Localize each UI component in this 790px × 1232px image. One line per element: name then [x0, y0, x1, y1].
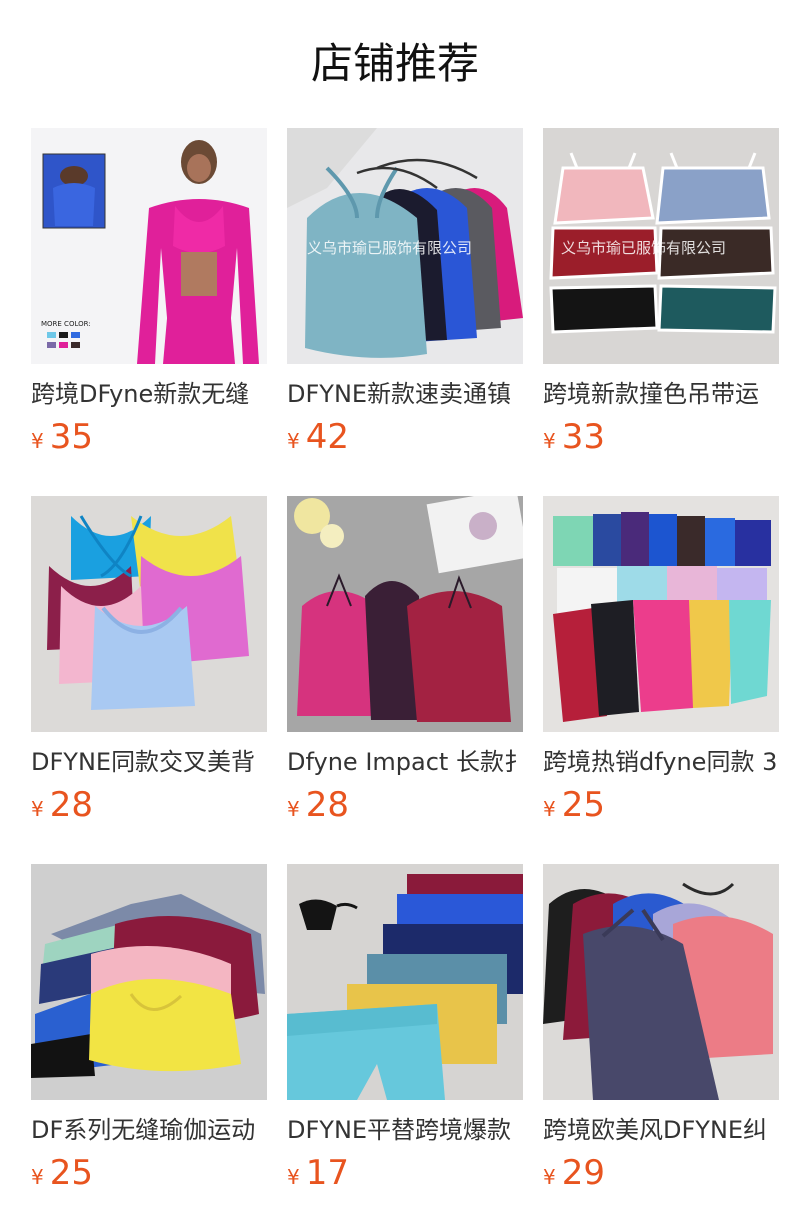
- price-value: 17: [305, 1153, 349, 1193]
- product-image[interactable]: 义乌市瑜已服饰有限公司: [287, 128, 523, 364]
- product-image[interactable]: [543, 496, 779, 732]
- product-price: ¥17: [287, 1152, 349, 1194]
- watermark-text: 义乌市瑜已服饰有限公司: [307, 239, 472, 257]
- price-value: 35: [49, 417, 93, 457]
- price-value: 25: [49, 1153, 93, 1193]
- currency-symbol: ¥: [31, 797, 44, 821]
- product-card[interactable]: Dfyne Impact 长款扌 ¥28: [287, 496, 523, 836]
- product-name[interactable]: Dfyne Impact 长款扌: [287, 746, 523, 778]
- price-value: 33: [561, 417, 605, 457]
- product-price: ¥25: [31, 1152, 93, 1194]
- product-card[interactable]: MORE COLOR: 跨境DFyne新款无缝 ¥35: [31, 128, 267, 468]
- watermark-text: 义乌市瑜已服饰有限公司: [561, 239, 726, 257]
- product-price: ¥28: [287, 784, 349, 826]
- product-image[interactable]: [287, 496, 523, 732]
- currency-symbol: ¥: [31, 429, 44, 453]
- product-price: ¥29: [543, 1152, 605, 1194]
- product-photo-halter-long-tops: [287, 496, 523, 732]
- product-photo-leggings-stack: [543, 496, 779, 732]
- currency-symbol: ¥: [287, 429, 300, 453]
- price-value: 29: [561, 1153, 605, 1193]
- product-photo-dfyne-camis: 义乌市瑜已服饰有限公司: [287, 128, 523, 364]
- product-name[interactable]: DF系列无缝瑜伽运动: [31, 1114, 267, 1146]
- product-image[interactable]: 义乌市瑜已服饰有限公司: [543, 128, 779, 364]
- currency-symbol: ¥: [543, 797, 556, 821]
- product-image[interactable]: [31, 864, 267, 1100]
- product-photo-halter-camis: [543, 864, 779, 1100]
- currency-symbol: ¥: [31, 1165, 44, 1189]
- product-price: ¥33: [543, 416, 605, 458]
- product-card[interactable]: DF系列无缝瑜伽运动 ¥25: [31, 864, 267, 1204]
- store-recommend-page: 店铺推荐 MORE COLOR: 跨境DFyne新款无缝 ¥ 35 义乌市瑜已服…: [0, 0, 790, 1232]
- product-photo-biker-shorts: [287, 864, 523, 1100]
- product-card[interactable]: DFYNE平替跨境爆款 ¥17: [287, 864, 523, 1204]
- product-card[interactable]: 义乌市瑜已服饰有限公司 DFYNE新款速卖通镇 ¥42: [287, 128, 523, 468]
- more-color-text: MORE COLOR:: [41, 320, 91, 328]
- price-value: 28: [49, 785, 93, 825]
- currency-symbol: ¥: [287, 1165, 300, 1189]
- product-photo-pink-shrug-top: MORE COLOR:: [31, 128, 267, 364]
- product-price: ¥25: [543, 784, 605, 826]
- price-value: 28: [305, 785, 349, 825]
- product-name[interactable]: DFYNE平替跨境爆款: [287, 1114, 523, 1146]
- product-image[interactable]: [287, 864, 523, 1100]
- product-price: ¥28: [31, 784, 93, 826]
- section-title: 店铺推荐: [310, 39, 479, 88]
- product-price: ¥35: [31, 416, 93, 458]
- currency-symbol: ¥: [287, 797, 300, 821]
- product-name[interactable]: DFYNE新款速卖通镇: [287, 378, 523, 410]
- product-card[interactable]: 跨境欧美风DFYNE纠 ¥29: [543, 864, 779, 1204]
- price-value: 42: [305, 417, 349, 457]
- product-name[interactable]: 跨境新款撞色吊带运: [543, 378, 779, 410]
- price-value: 25: [561, 785, 605, 825]
- product-photo-cross-back-bras: [31, 496, 267, 732]
- product-name[interactable]: DFYNE同款交叉美背: [31, 746, 267, 778]
- product-name[interactable]: 跨境热销dfyne同款 3: [543, 746, 779, 778]
- product-card[interactable]: 义乌市瑜已服饰有限公司 跨境新款撞色吊带运 ¥33: [543, 128, 779, 468]
- product-image[interactable]: MORE COLOR:: [31, 128, 267, 364]
- product-card[interactable]: DFYNE同款交叉美背 ¥28: [31, 496, 267, 836]
- product-photo-seamless-yoga-bras: [31, 864, 267, 1100]
- product-name[interactable]: 跨境DFyne新款无缝: [31, 378, 267, 410]
- product-card[interactable]: 跨境热销dfyne同款 3 ¥25: [543, 496, 779, 836]
- currency-symbol: ¥: [543, 1165, 556, 1189]
- product-image[interactable]: [543, 864, 779, 1100]
- product-image[interactable]: [31, 496, 267, 732]
- product-name[interactable]: 跨境欧美风DFYNE纠: [543, 1114, 779, 1146]
- product-price: ¥42: [287, 416, 349, 458]
- currency-symbol: ¥: [543, 429, 556, 453]
- product-photo-contrast-bralettes: 义乌市瑜已服饰有限公司: [543, 128, 779, 364]
